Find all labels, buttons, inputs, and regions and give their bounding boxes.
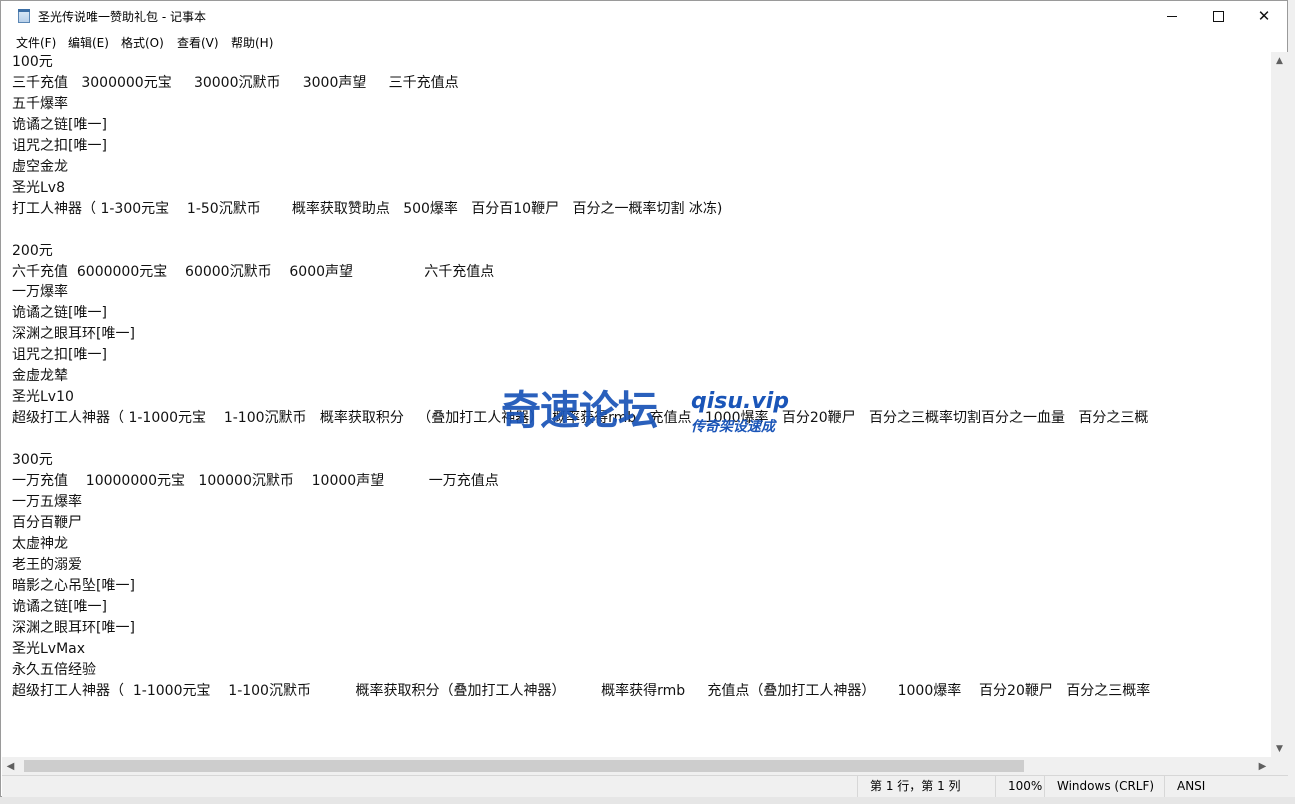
notepad-app-icon — [18, 9, 30, 23]
close-icon: ✕ — [1257, 7, 1271, 25]
menu-edit[interactable]: 编辑(E) — [68, 34, 109, 51]
watermark-domain: qisu.vip — [691, 389, 790, 414]
cursor-position: 第 1 行，第 1 列 — [857, 776, 999, 797]
watermark-slogan: 传奇架设速成 — [691, 419, 775, 435]
scroll-left-icon[interactable]: ◀ — [2, 757, 19, 775]
menu-view[interactable]: 查看(V) — [177, 34, 219, 51]
encoding: ANSI — [1164, 776, 1288, 797]
line-ending: Windows (CRLF) — [1044, 776, 1164, 797]
vertical-scrollbar[interactable]: ▲ ▼ — [1271, 52, 1288, 757]
menu-format[interactable]: 格式(O) — [121, 34, 164, 51]
horizontal-scrollbar[interactable]: ◀ ▶ — [2, 757, 1288, 775]
horizontal-scroll-thumb[interactable] — [24, 760, 1024, 772]
scroll-up-icon[interactable]: ▲ — [1271, 52, 1288, 69]
close-button[interactable]: ✕ — [1241, 1, 1287, 31]
maximize-icon — [1212, 10, 1224, 22]
notepad-window: 圣光传说唯一赞助礼包 - 记事本 ✕ 文件(F) 编辑(E) 格式(O) 查看(… — [0, 0, 1288, 797]
desktop-background — [0, 797, 1295, 804]
zoom-level: 100% — [995, 776, 1044, 797]
window-title: 圣光传说唯一赞助礼包 - 记事本 — [38, 10, 206, 24]
forum-watermark: 奇速论坛 qisu.vip 传奇架设速成 — [501, 389, 801, 439]
menu-file[interactable]: 文件(F) — [16, 34, 56, 51]
status-bar: 第 1 行，第 1 列 100% Windows (CRLF) ANSI — [2, 775, 1288, 797]
watermark-name: 奇速论坛 — [501, 388, 658, 434]
scroll-down-icon[interactable]: ▼ — [1271, 740, 1288, 757]
maximize-button[interactable] — [1195, 1, 1241, 31]
scroll-right-icon[interactable]: ▶ — [1254, 757, 1271, 775]
title-bar[interactable]: 圣光传说唯一赞助礼包 - 记事本 ✕ — [1, 1, 1287, 31]
minimize-button[interactable] — [1149, 1, 1195, 31]
minimize-icon — [1167, 15, 1177, 17]
document-text[interactable]: 100元 三千充值 3000000元宝 30000沉默币 3000声望 三千充值… — [12, 52, 1150, 702]
menu-bar: 文件(F) 编辑(E) 格式(O) 查看(V) 帮助(H) — [1, 31, 1287, 51]
menu-help[interactable]: 帮助(H) — [231, 34, 273, 51]
